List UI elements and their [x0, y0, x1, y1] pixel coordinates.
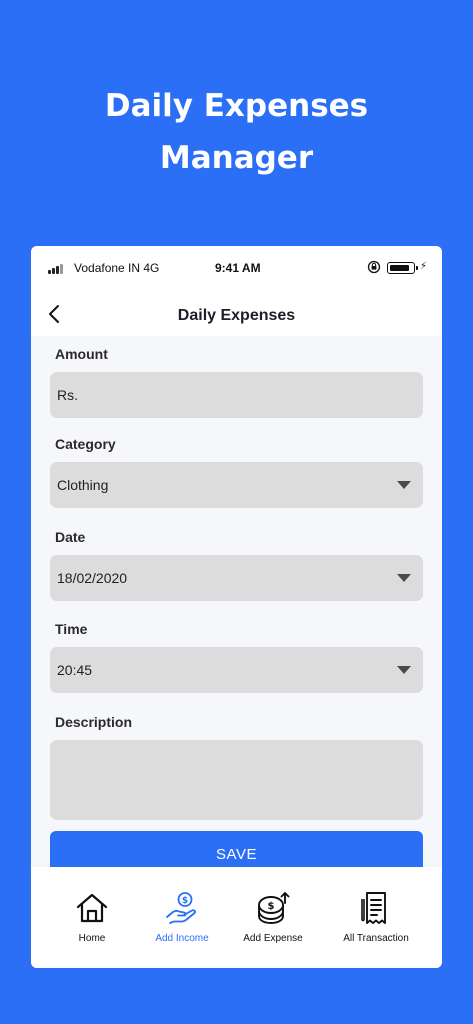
- description-label: Description: [55, 714, 133, 730]
- date-value: 18/02/2020: [57, 570, 128, 586]
- hand-coin-icon: $: [166, 892, 196, 924]
- caret-down-icon: [397, 574, 411, 582]
- amount-input[interactable]: Rs.: [50, 372, 423, 418]
- coin-stack-icon: $: [258, 892, 290, 924]
- home-icon: [76, 893, 108, 923]
- hero-title-line1: Daily Expenses: [104, 88, 369, 124]
- date-label: Date: [55, 529, 86, 545]
- date-select[interactable]: 18/02/2020: [50, 555, 423, 601]
- tab-all-transaction[interactable]: All Transaction: [321, 891, 431, 944]
- time-label: Time: [55, 621, 88, 637]
- save-button[interactable]: SAVE: [50, 831, 423, 867]
- tab-add-expense[interactable]: $ Add Expense: [218, 891, 328, 944]
- status-time: 9:41 AM: [215, 261, 261, 275]
- rotation-lock-icon: [367, 260, 381, 274]
- nav-bar: Daily Expenses: [31, 290, 442, 336]
- svg-text:$: $: [268, 901, 275, 912]
- tab-all-transaction-label: All Transaction: [343, 933, 409, 944]
- time-value: 20:45: [57, 662, 93, 678]
- description-textarea[interactable]: [50, 740, 423, 820]
- receipt-icon: [361, 892, 386, 924]
- category-value: Clothing: [57, 477, 109, 493]
- phone-screen: Vodafone IN 4G 9:41 AM ⚡ Daily Expenses …: [31, 246, 442, 968]
- signal-icon: [48, 264, 68, 274]
- category-select[interactable]: Clothing: [50, 462, 423, 508]
- time-select[interactable]: 20:45: [50, 647, 423, 693]
- tab-add-expense-label: Add Expense: [243, 933, 303, 944]
- page-title: Daily Expenses: [177, 307, 296, 324]
- app-hero-title: Daily Expenses Manager: [0, 80, 473, 184]
- caret-down-icon: [397, 666, 411, 674]
- battery-icon: [387, 262, 418, 274]
- category-label: Category: [55, 436, 116, 452]
- carrier-name: Vodafone IN 4G: [74, 261, 160, 275]
- svg-text:$: $: [182, 896, 188, 906]
- amount-value: Rs.: [57, 387, 78, 403]
- caret-down-icon: [397, 481, 411, 489]
- expense-form: Amount Rs. Category Clothing Date 18/02/…: [31, 336, 442, 867]
- bottom-tab-bar: Home $ Add Income $ Add Expense All Tran…: [31, 867, 442, 968]
- status-bar: Vodafone IN 4G 9:41 AM ⚡: [31, 246, 442, 290]
- amount-label: Amount: [55, 346, 108, 362]
- hero-title-line2: Manager: [159, 140, 314, 176]
- charging-bolt-icon: ⚡: [420, 261, 428, 272]
